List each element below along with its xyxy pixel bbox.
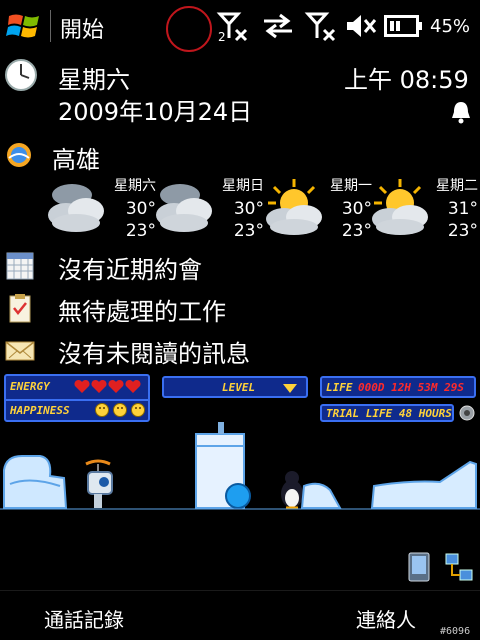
weekday-label: 星期六: [58, 66, 130, 94]
forecast-day[interactable]: 星期二 31° 23°: [370, 175, 478, 243]
alarm-bell-icon[interactable]: [450, 100, 472, 124]
forecast-low: 23°: [125, 221, 156, 241]
divider: [6, 399, 148, 401]
snow-bank: [370, 460, 477, 509]
forecast-day[interactable]: 星期一 30° 23°: [264, 175, 372, 243]
divider: [50, 10, 51, 42]
level-label: LEVEL: [222, 381, 256, 394]
energy-label: ENERGY: [10, 380, 50, 393]
date-label[interactable]: 2009年10月24日: [58, 92, 252, 127]
build-tag: #6096: [440, 626, 471, 637]
pet-game-scene[interactable]: [0, 420, 480, 512]
signal-off-icon[interactable]: 2: [216, 10, 252, 44]
call-history-softkey[interactable]: 通話記錄: [44, 604, 124, 633]
divider: [0, 590, 480, 591]
forecast-day-name: 星期六: [114, 178, 156, 194]
level-panel[interactable]: LEVEL: [162, 376, 308, 398]
appointments-text: 沒有近期約會: [58, 256, 202, 284]
clock-icon[interactable]: [4, 58, 38, 92]
tasks-row[interactable]: 無待處理的工作: [0, 288, 480, 328]
windows-flag-icon[interactable]: [6, 8, 42, 44]
snow-fridge: [195, 422, 251, 509]
signal-badge: 2: [218, 30, 226, 42]
trial-label: TRIAL LIFE 48 HOURS: [326, 407, 452, 420]
energy-hearts: [74, 379, 141, 393]
life-value: 000D 12H 53M 29S: [358, 381, 464, 394]
penguin-pet[interactable]: [281, 471, 303, 510]
forecast-high: 30°: [233, 199, 264, 219]
sync-arrows-icon[interactable]: [260, 12, 296, 40]
life-panel: LIFE 000D 12H 53M 29S: [320, 376, 476, 398]
time-label[interactable]: 上午 08:59: [344, 60, 469, 95]
messages-text: 沒有未閱讀的訊息: [58, 340, 250, 368]
weather-city[interactable]: 高雄: [52, 140, 100, 175]
start-menu-label[interactable]: 開始: [60, 12, 104, 44]
messages-row[interactable]: 沒有未閱讀的訊息: [0, 330, 480, 370]
battery-percent: 45%: [430, 16, 471, 37]
forecast-high: 31°: [447, 199, 478, 219]
weather-app-icon[interactable]: [4, 140, 34, 170]
tasks-text: 無待處理的工作: [58, 298, 226, 326]
snow-igloo: [3, 455, 68, 509]
partly-cloudy-icon: [368, 175, 432, 239]
battery-icon[interactable]: [384, 14, 424, 38]
pet-status-panel[interactable]: ENERGY HAPPINESS: [4, 374, 150, 422]
clipboard-icon: [4, 292, 36, 324]
happiness-label: HAPPINESS: [10, 404, 70, 417]
forecast-high: 30°: [125, 199, 156, 219]
pda-device-icon[interactable]: [408, 552, 430, 582]
signal-off-icon[interactable]: [304, 10, 340, 42]
cloudy-icon: [46, 175, 110, 239]
envelope-icon: [4, 334, 36, 366]
forecast-low: 23°: [447, 221, 478, 241]
cloudy-icon: [154, 175, 218, 239]
contacts-softkey[interactable]: 連絡人: [356, 604, 416, 633]
propeller-robot: [85, 459, 113, 508]
appointments-row[interactable]: 沒有近期約會: [0, 246, 480, 286]
focus-highlight-circle: [166, 6, 212, 52]
forecast-day-name: 星期日: [222, 178, 264, 194]
snow-slide: [300, 482, 342, 509]
life-label: LIFE: [326, 381, 353, 394]
volume-muted-icon[interactable]: [344, 12, 378, 40]
forecast-day[interactable]: 星期六 30° 23°: [48, 175, 156, 243]
forecast-day-name: 星期一: [330, 178, 372, 194]
forecast-day-name: 星期二: [436, 178, 478, 194]
calendar-icon: [4, 250, 36, 282]
happiness-faces: [95, 403, 145, 417]
network-connection-icon[interactable]: [444, 552, 474, 582]
forecast-day[interactable]: 星期日 30° 23°: [156, 175, 264, 243]
forecast-low: 23°: [233, 221, 264, 241]
dropdown-arrow-icon[interactable]: [282, 382, 298, 394]
partly-cloudy-icon: [262, 175, 326, 239]
